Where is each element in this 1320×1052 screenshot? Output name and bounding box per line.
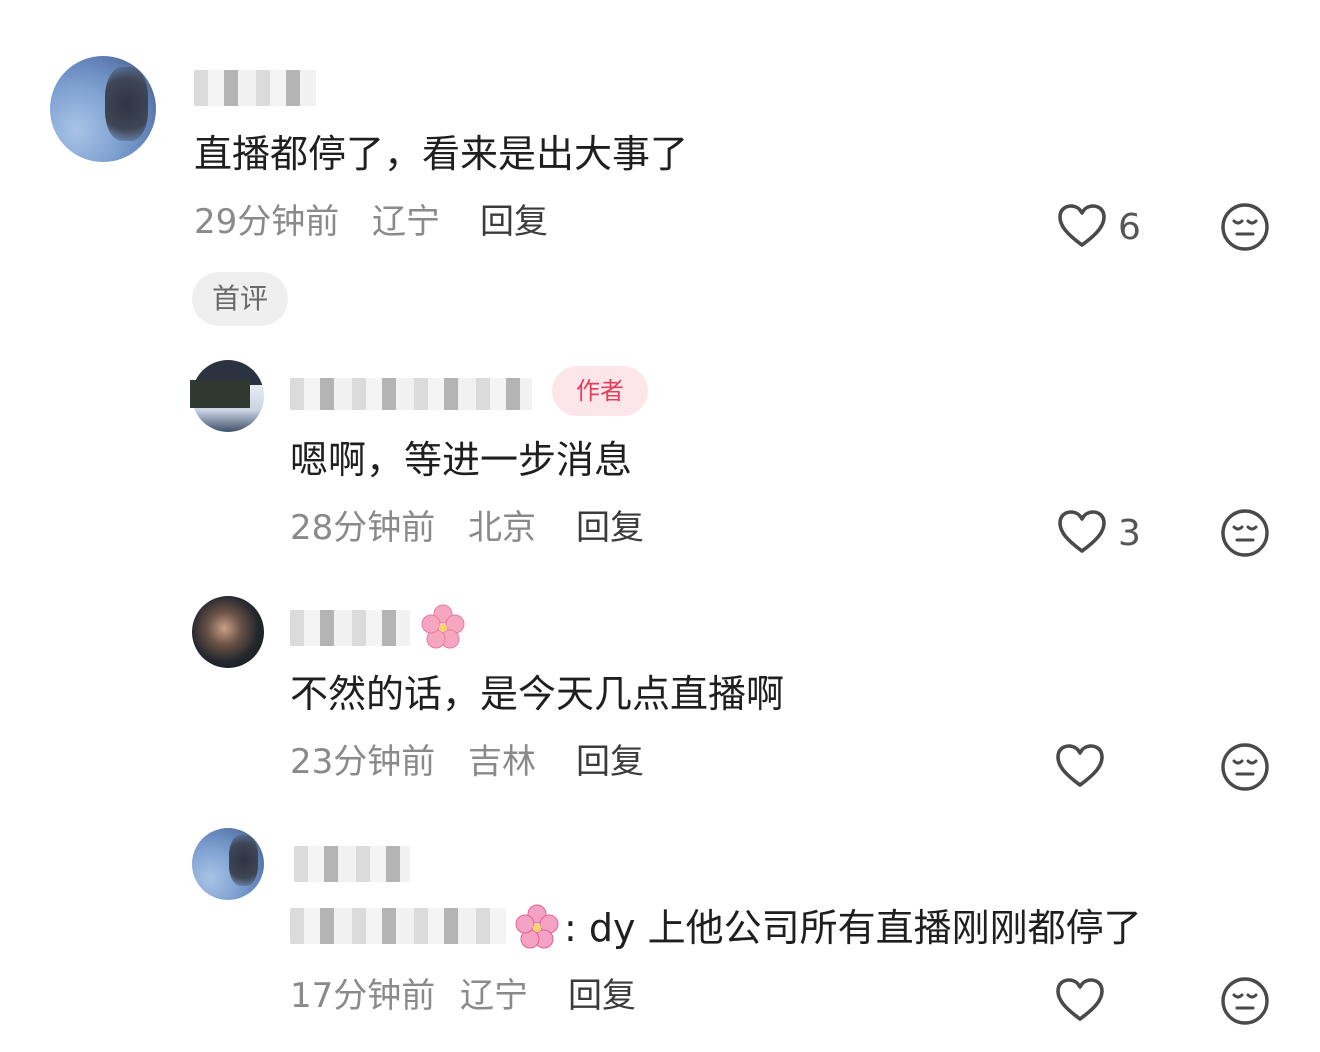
comment-text: : dy 上他公司所有直播刚刚都停了 xyxy=(564,906,1142,950)
blurred-mention xyxy=(290,908,506,944)
comment-location: 辽宁 xyxy=(460,976,528,1016)
neutral-face-icon[interactable] xyxy=(1220,976,1270,1026)
comment-time: 17分钟前 xyxy=(290,976,436,1016)
comment-item: : dy 上他公司所有直播刚刚都停了 17分钟前 辽宁 回复 xyxy=(0,0,1320,1052)
reply-button[interactable]: 回复 xyxy=(568,976,636,1017)
avatar[interactable] xyxy=(192,828,264,900)
blurred-username xyxy=(294,846,410,882)
cherry-blossom-icon xyxy=(515,904,559,949)
heart-outline-icon[interactable] xyxy=(1055,977,1105,1023)
